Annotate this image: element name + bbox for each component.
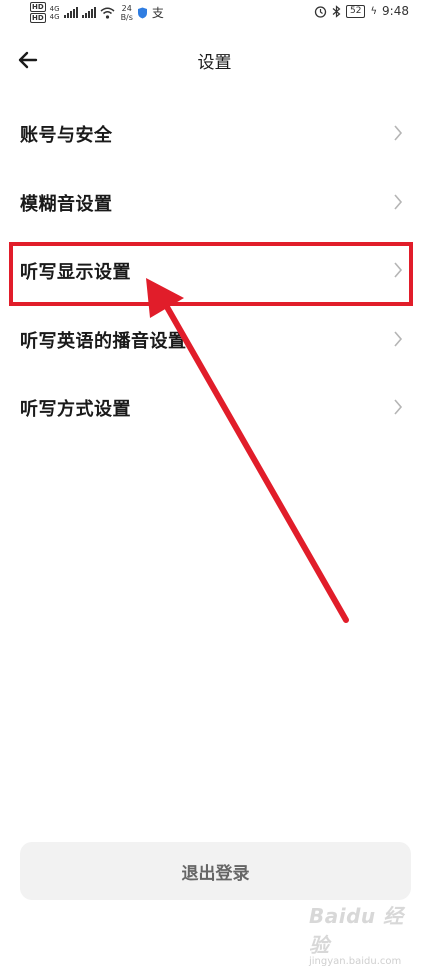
watermark-logo: Baidu 经验 [309, 904, 404, 957]
status-bar-right: 52 ϟ 9:48 [314, 4, 409, 18]
network-label: 4G [49, 4, 60, 13]
network-type: 4G 4G [50, 5, 60, 21]
menu-item-account-security[interactable]: 账号与安全 [0, 100, 429, 168]
nav-header: 设置 [0, 38, 429, 82]
speed-value: 24 [121, 3, 132, 13]
network-label: 4G [49, 12, 60, 21]
page-title: 设置 [197, 53, 232, 73]
chevron-right-icon [394, 262, 403, 278]
hd-badge: HD [30, 13, 46, 23]
battery-indicator: 52 [345, 4, 366, 18]
menu-item-label: 听写英语的播音设置 [20, 331, 187, 352]
status-bar-left: HD HD 4G 4G 24 B/s 支 [30, 2, 164, 23]
menu-item-label: 听写显示设置 [20, 262, 131, 283]
menu-item-dictation-display[interactable]: 听写显示设置 [0, 237, 429, 305]
chevron-right-icon [394, 125, 403, 141]
logout-button[interactable]: 退出登录 [20, 842, 411, 900]
menu-item-english-playback[interactable]: 听写英语的播音设置 [0, 306, 429, 374]
bluetooth-icon [332, 4, 341, 18]
chevron-right-icon [394, 331, 403, 347]
menu-item-label: 听写方式设置 [20, 399, 131, 420]
sim-indicators: HD HD [30, 2, 46, 23]
status-bar: HD HD 4G 4G 24 B/s 支 52 ϟ 9:48 [0, 0, 429, 26]
alipay-icon: 支 [151, 6, 164, 20]
network-speed: 24 B/s [121, 4, 133, 22]
signal-icon [81, 7, 96, 18]
shield-icon [137, 7, 147, 18]
menu-item-fuzzy-sound[interactable]: 模糊音设置 [0, 169, 429, 237]
chevron-right-icon [394, 194, 403, 210]
wifi-icon [100, 7, 115, 19]
hd-badge: HD [30, 2, 46, 12]
watermark-url: jingyan.baidu.com [309, 956, 402, 967]
menu-item-dictation-mode[interactable]: 听写方式设置 [0, 374, 429, 442]
menu-item-label: 账号与安全 [20, 125, 113, 146]
clock: 9:48 [382, 4, 409, 18]
alarm-icon [314, 5, 327, 18]
speed-unit: B/s [120, 12, 133, 22]
chevron-right-icon [394, 399, 403, 415]
baidu-watermark: Baidu 经验 jingyan.baidu.com [309, 900, 405, 967]
signal-icon [63, 7, 78, 18]
charging-icon: ϟ [370, 5, 378, 17]
menu-item-label: 模糊音设置 [20, 194, 113, 215]
